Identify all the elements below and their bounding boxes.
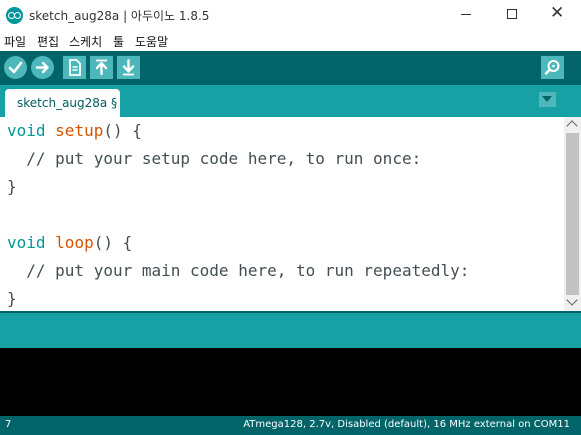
arrow-right-icon [35,61,49,74]
close-icon: ✕ [550,3,565,23]
code-line: void loop() { [7,233,133,252]
code-line: // put your main code here, to run repea… [7,261,470,280]
code-line: } [7,289,17,308]
check-icon [8,61,23,74]
chevron-down-icon [566,294,578,306]
minimize-icon [461,14,471,15]
line-number: 7 [5,419,12,430]
toolbar [0,51,581,85]
maximize-button[interactable] [489,0,535,30]
open-button[interactable] [90,56,113,79]
scroll-up-button[interactable] [564,117,581,133]
menu-sketch[interactable]: 스케치 [69,33,102,50]
tab-label: sketch_aug28a § [17,96,118,110]
code-line: void setup() { [7,121,142,140]
menu-file[interactable]: 파일 [4,33,26,50]
tab-bar: sketch_aug28a § [0,85,581,117]
magnifier-icon [544,60,560,75]
code-line: } [7,177,17,196]
window-title: sketch_aug28a | 아두이노 1.8.5 [29,9,210,23]
board-info: ATmega128, 2.7v, Disabled (default), 16 … [243,419,570,430]
document-icon [69,59,81,76]
menu-help[interactable]: 도움말 [135,33,168,50]
tab-menu-button[interactable] [539,92,556,107]
scroll-thumb[interactable] [566,133,579,295]
code-line: // put your setup code here, to run once… [7,149,422,168]
editor-scrollbar[interactable] [564,117,581,311]
message-area [0,311,581,348]
chevron-down-icon [542,96,552,102]
code-editor[interactable]: void setup() { // put your setup code he… [0,117,564,311]
console-output[interactable] [0,348,581,416]
minimize-button[interactable] [443,0,489,30]
arduino-logo-icon [6,7,23,24]
status-bar: 7 ATmega128, 2.7v, Disabled (default), 1… [0,416,581,435]
tab-sketch[interactable]: sketch_aug28a § [5,89,120,117]
arrow-up-icon [95,59,108,76]
verify-button[interactable] [4,56,27,79]
arrow-down-icon [122,59,135,76]
serial-monitor-button[interactable] [541,56,564,79]
title-bar: sketch_aug28a | 아두이노 1.8.5 ✕ [0,0,581,30]
scroll-down-button[interactable] [564,294,581,311]
close-button[interactable]: ✕ [535,0,581,30]
menu-edit[interactable]: 편집 [37,33,59,50]
upload-button[interactable] [31,56,54,79]
save-button[interactable] [117,56,140,79]
menu-bar: 파일 편집 스케치 툴 도움말 [0,30,581,51]
maximize-icon [507,9,517,19]
chevron-up-icon [566,120,578,132]
menu-tools[interactable]: 툴 [113,33,124,50]
new-button[interactable] [63,56,86,79]
